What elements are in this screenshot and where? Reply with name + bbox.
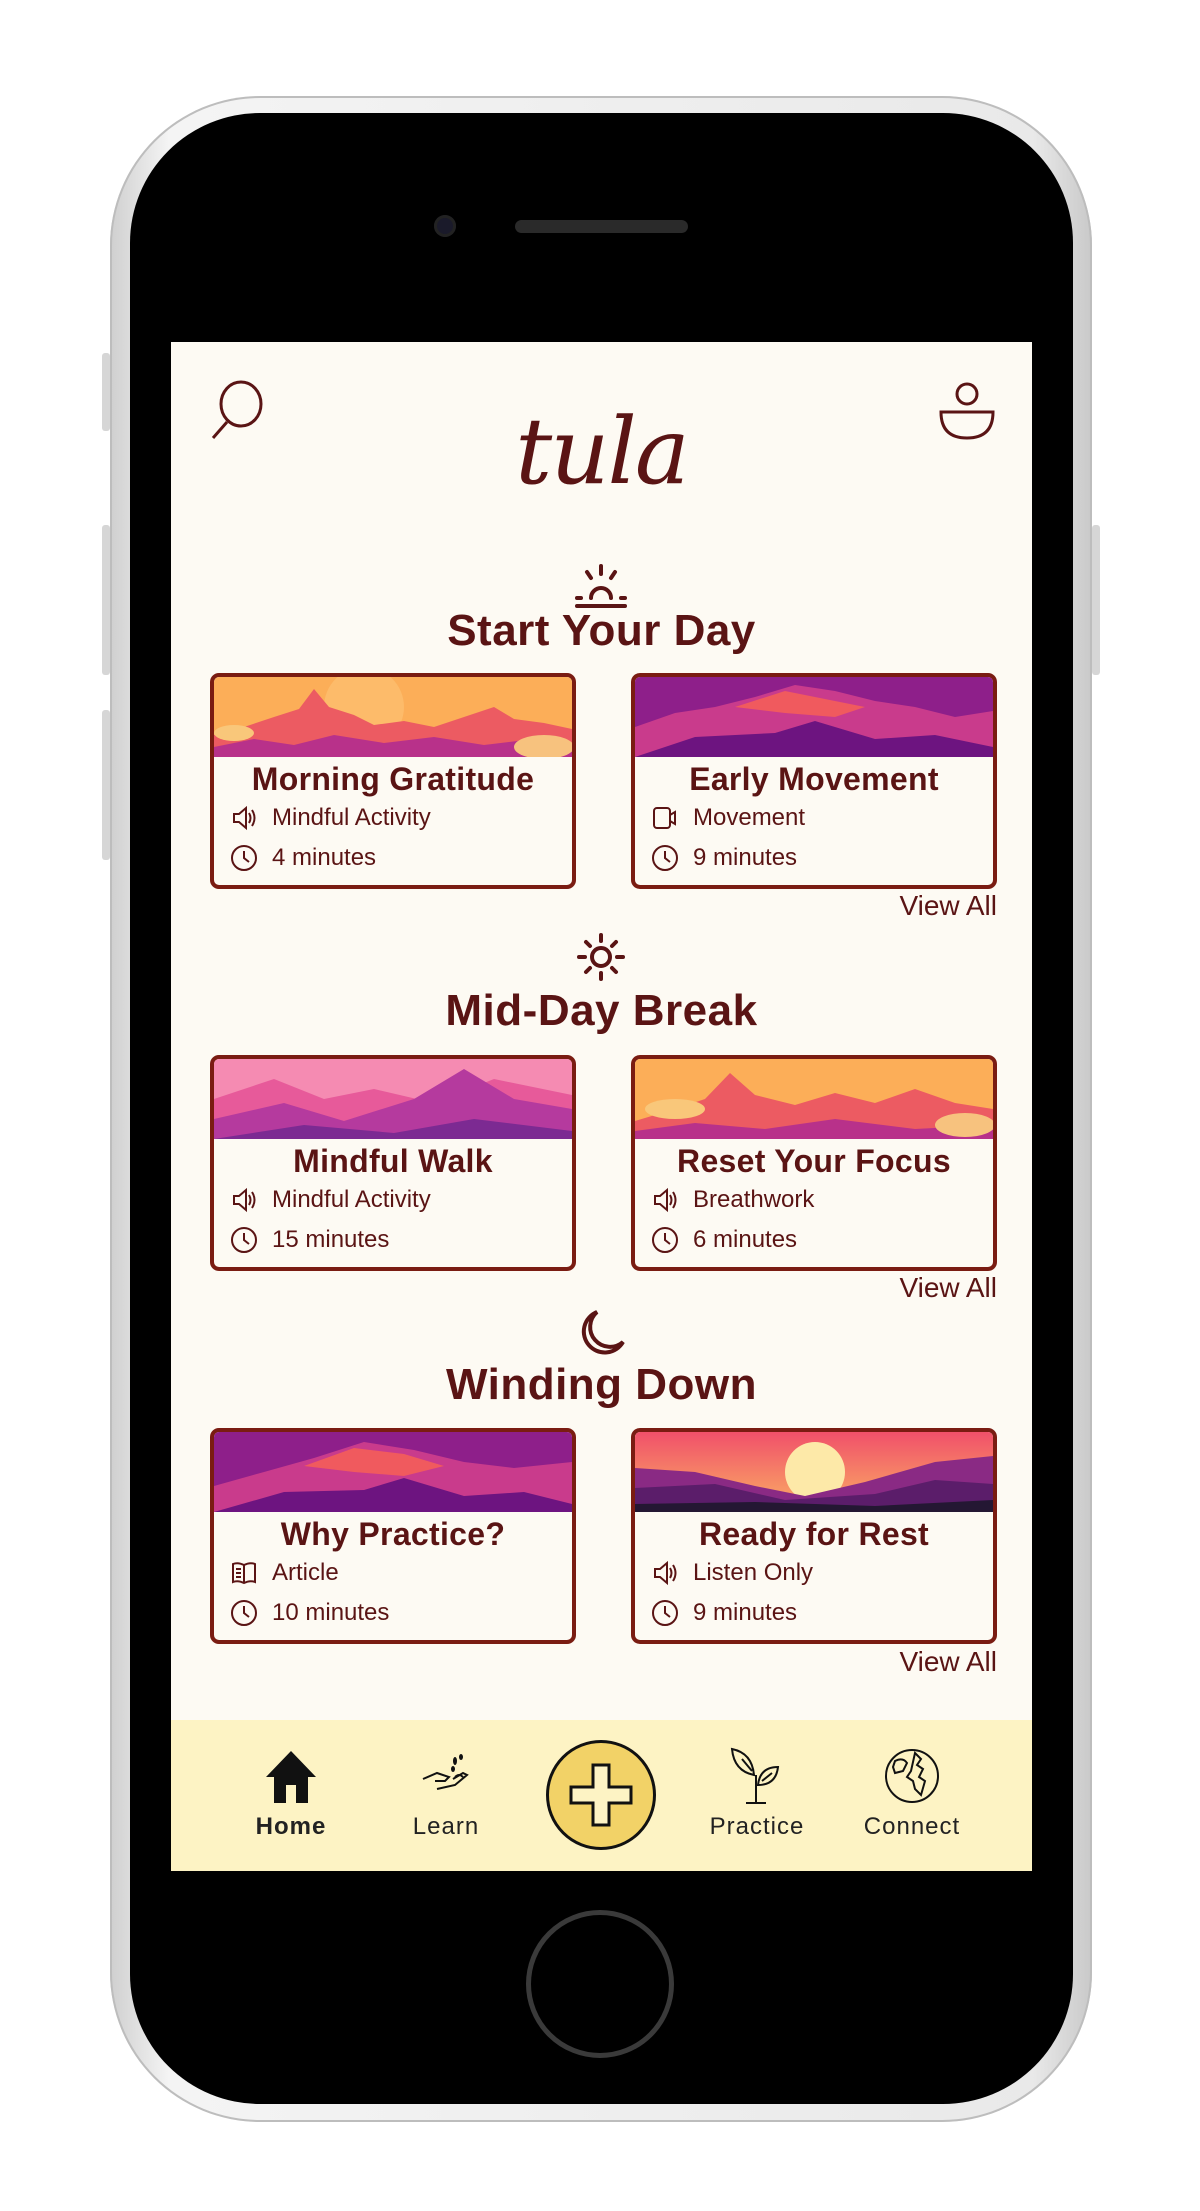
card-image [214,677,572,757]
clock-icon [231,845,257,871]
card-title: Morning Gratitude [251,761,535,797]
home-icon [266,1751,316,1803]
card-image [635,1059,993,1139]
sprout-icon [730,1747,780,1804]
card-image [635,677,993,757]
plus-icon [569,1763,633,1827]
card-title: Why Practice? [280,1516,506,1552]
speaker-icon [233,1187,256,1213]
card-type: Breathwork [693,1186,815,1213]
volume-up-button [102,525,110,675]
card-type: Movement [693,804,806,831]
nav-label: Practice [709,1813,805,1840]
nav-label: Learn [412,1813,480,1840]
card-image [635,1432,993,1512]
moon-icon [581,1310,625,1355]
speaker-icon [654,1187,677,1213]
bottom-nav: Home Learn Practice Connect [171,1720,1032,1871]
card-type: Mindful Activity [272,804,431,831]
card-duration: 9 minutes [693,844,798,871]
card-title: Mindful Walk [293,1143,493,1179]
speaker-icon [654,1560,677,1586]
earpiece-speaker [515,220,688,233]
view-all-link[interactable]: View All [899,1646,997,1678]
section-title: Mid-Day Break [445,986,758,1035]
speaker-icon [233,805,256,831]
card-title: Ready for Rest [698,1516,930,1552]
card-duration: 6 minutes [693,1226,798,1253]
add-button[interactable] [546,1740,656,1850]
volume-down-button [102,710,110,860]
card-type: Listen Only [693,1559,814,1586]
activity-card[interactable]: Morning Gratitude Mindful Activity 4 min… [210,673,576,889]
card-type: Mindful Activity [272,1186,431,1213]
clock-icon [231,1227,257,1253]
sunrise-icon [575,564,627,608]
card-duration: 10 minutes [272,1599,390,1626]
card-duration: 15 minutes [272,1226,390,1253]
view-all-link[interactable]: View All [899,890,997,922]
nav-learn[interactable]: Learn [376,1745,516,1841]
activity-card[interactable]: Mindful Walk Mindful Activity 15 minutes [210,1055,576,1271]
nav-label: Home [255,1813,327,1840]
card-image [214,1432,572,1512]
card-image [214,1059,572,1139]
activity-card[interactable]: Early Movement Movement 9 minutes [631,673,997,889]
nav-label: Connect [863,1813,961,1840]
nav-connect[interactable]: Connect [842,1745,982,1841]
power-button [1092,525,1100,675]
nav-practice[interactable]: Practice [687,1745,827,1841]
hand-seeds-icon [422,1754,469,1790]
nav-home[interactable]: Home [221,1745,361,1841]
globe-icon [885,1749,939,1803]
mute-switch [102,353,110,431]
card-type: Article [272,1559,339,1586]
clock-icon [652,1600,678,1626]
home-hardware-button[interactable] [526,1910,674,2058]
app-logo: tula [515,398,690,505]
card-title: Early Movement [689,761,939,797]
sun-icon [577,933,625,981]
clock-icon [652,1227,678,1253]
card-duration: 4 minutes [272,844,377,871]
clock-icon [652,845,678,871]
activity-card[interactable]: Why Practice? Article 10 minutes [210,1428,576,1644]
section-title: Winding Down [445,1360,758,1409]
activity-card[interactable]: Ready for Rest Listen Only 9 minutes [631,1428,997,1644]
card-title: Reset Your Focus [677,1143,951,1179]
video-icon [653,807,676,829]
clock-icon [231,1600,257,1626]
book-icon [232,1562,256,1585]
front-camera [434,215,456,237]
section-title: Start Your Day [447,606,756,655]
activity-card[interactable]: Reset Your Focus Breathwork 6 minutes [631,1055,997,1271]
app-screen: tula Start Your Day Morning Gratitude Mi… [171,342,1032,1871]
card-duration: 9 minutes [693,1599,798,1626]
view-all-link[interactable]: View All [899,1272,997,1304]
